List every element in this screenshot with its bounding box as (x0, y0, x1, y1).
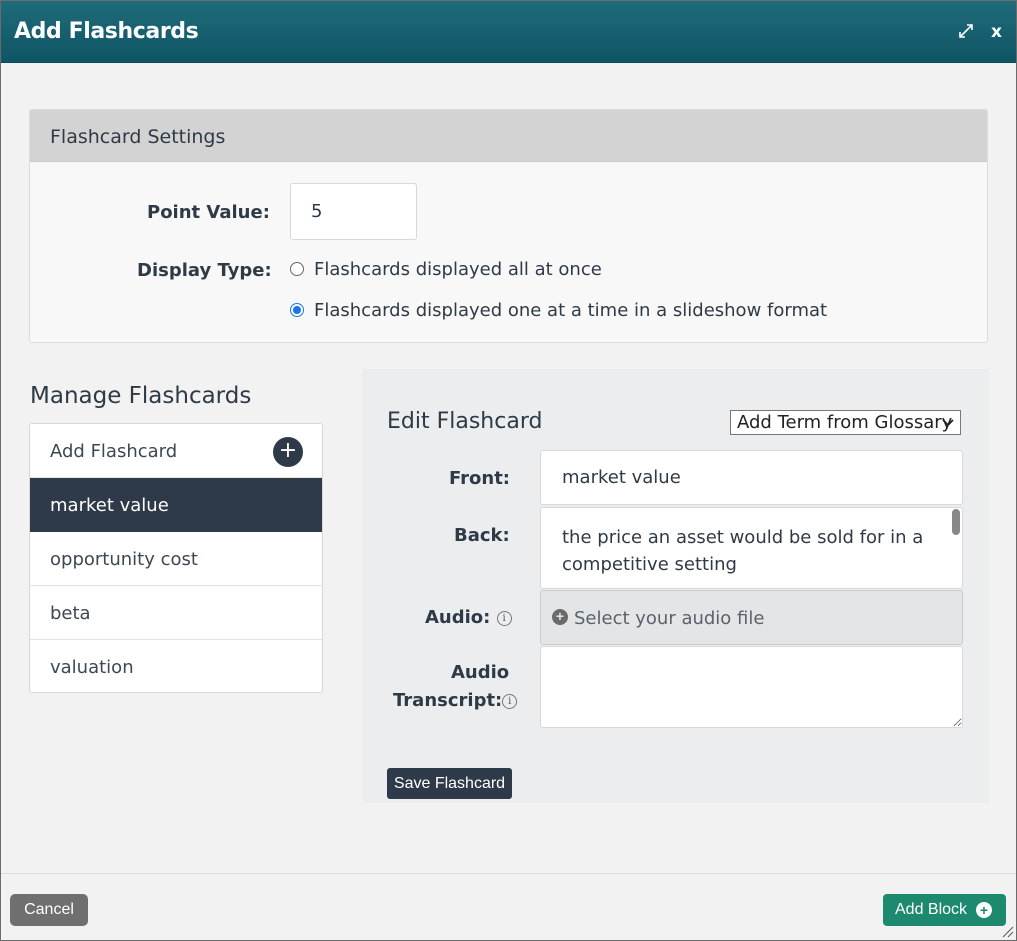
glossary-select-label: Add Term from Glossary (737, 412, 953, 433)
audio-file-placeholder: Select your audio file (574, 608, 765, 629)
front-input[interactable] (540, 450, 963, 505)
list-item[interactable]: opportunity cost (30, 532, 322, 586)
back-textarea[interactable]: the price an asset would be sold for in … (540, 507, 963, 589)
list-item-label: opportunity cost (50, 549, 198, 570)
dialog-footer: Cancel Add Block + (1, 873, 1016, 940)
point-value-input[interactable] (290, 183, 417, 240)
info-icon[interactable]: i (496, 610, 512, 626)
transcript-label: Transcript: i (393, 690, 518, 711)
back-text: the price an asset would be sold for in … (562, 527, 924, 575)
add-flashcards-dialog: Add Flashcards x Flashcard Settings Poin… (0, 0, 1017, 941)
add-block-label: Add Block (895, 901, 968, 918)
add-flashcard-label: Add Flashcard (50, 441, 178, 462)
add-flashcard-plus-icon[interactable]: + (273, 437, 303, 467)
edit-flashcard-panel: Edit Flashcard Add Term from Glossary Fr… (362, 369, 989, 803)
audio-label: Audio: i (425, 607, 512, 628)
point-value-label: Point Value: (147, 202, 270, 223)
display-all-radio[interactable] (290, 262, 304, 276)
dialog-titlebar: Add Flashcards x (1, 1, 1016, 63)
list-item-label: beta (50, 603, 91, 624)
display-type-label: Display Type: (137, 260, 272, 281)
back-scrollbar[interactable] (952, 509, 960, 535)
audio-transcript-textarea[interactable] (540, 646, 963, 728)
add-block-button[interactable]: Add Block + (883, 894, 1006, 926)
dialog-title: Add Flashcards (14, 19, 199, 44)
save-flashcard-button[interactable]: Save Flashcard (387, 768, 512, 799)
expand-icon[interactable] (956, 21, 976, 41)
flashcard-settings-panel: Flashcard Settings Point Value: Display … (29, 109, 988, 343)
settings-header: Flashcard Settings (30, 110, 987, 162)
audio-label-text: Audio: (425, 607, 491, 628)
transcript-label-line2: Transcript: (393, 690, 503, 711)
glossary-select[interactable]: Add Term from Glossary (730, 410, 961, 435)
display-slideshow-label[interactable]: Flashcards displayed one at a time in a … (314, 300, 827, 321)
list-item-label: valuation (50, 657, 134, 678)
manage-flashcards-title: Manage Flashcards (30, 383, 252, 409)
back-label: Back: (454, 525, 510, 546)
plus-circle-icon: + (976, 902, 992, 918)
flashcard-list: Add Flashcard + market value opportunity… (29, 423, 323, 693)
edit-flashcard-title: Edit Flashcard (387, 409, 543, 434)
transcript-label-line1: Audio (451, 662, 510, 683)
resize-grip-icon[interactable] (1000, 924, 1014, 938)
display-all-label[interactable]: Flashcards displayed all at once (314, 259, 602, 280)
front-label: Front: (449, 468, 511, 489)
settings-header-title: Flashcard Settings (50, 126, 226, 148)
list-item[interactable]: market value (30, 478, 322, 532)
list-item[interactable]: valuation (30, 640, 322, 694)
chevron-down-icon (942, 411, 954, 442)
display-slideshow-radio[interactable] (290, 303, 304, 317)
list-item-label: market value (50, 495, 169, 516)
close-button[interactable]: x (991, 21, 1007, 43)
cancel-button[interactable]: Cancel (10, 894, 88, 926)
add-flashcard-item[interactable]: Add Flashcard + (30, 424, 322, 478)
plus-circle-icon: + (552, 609, 568, 625)
info-icon[interactable]: i (502, 693, 518, 709)
list-item[interactable]: beta (30, 586, 322, 640)
audio-file-select[interactable]: + Select your audio file (540, 590, 963, 645)
